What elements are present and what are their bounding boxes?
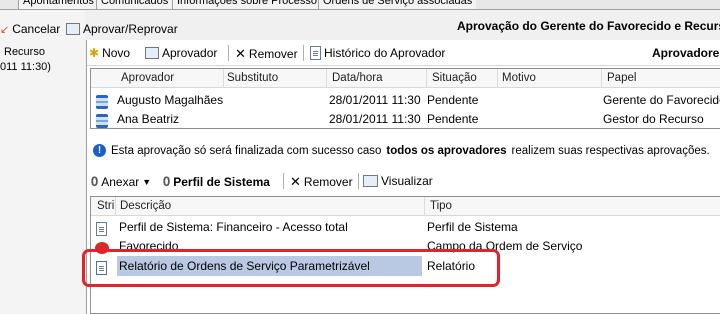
remove-icon: ✕ (235, 46, 246, 61)
info-text-after: realizem suas respectivas aprovações. (511, 144, 710, 157)
info-icon: ! (93, 144, 106, 157)
left-item-line1[interactable]: Recurso (4, 46, 45, 58)
table-row[interactable]: Augusto Magalhães 28/01/2011 11:30 Pende… (91, 90, 720, 110)
tab-ordens-servico[interactable]: Ordens de Serviço associadas (318, 0, 477, 9)
approver-label: Aprovador (162, 46, 218, 60)
tab-comunicados[interactable]: Comunicados (96, 0, 173, 9)
table-row[interactable]: Ana Beatriz 28/01/2011 11:30 Pendente Ge… (91, 109, 720, 129)
approve-label: Aprovar/Reprovar (83, 22, 178, 36)
column-header-situacao[interactable]: Situação (432, 72, 477, 84)
remove-label: Remover (248, 47, 298, 61)
column-header-substituto[interactable]: Substituto (227, 72, 278, 84)
info-text-before: Esta aprovação só será finalizada com su… (111, 144, 382, 157)
tab-strip: Apontamentos Comunicados Informações sob… (0, 0, 720, 10)
annotation-highlight-box (82, 249, 500, 287)
paperclip-icon: 𝟎 (91, 174, 99, 189)
remove-attachment-label: Remover (303, 175, 353, 189)
column-header-data[interactable]: Data/hora (332, 72, 383, 84)
view-label: Visualizar (381, 174, 433, 188)
history-label: Histórico do Aprovador (324, 46, 446, 60)
cancel-button[interactable]: ↙ Cancelar (0, 22, 60, 36)
cancel-icon: ↙ (0, 23, 10, 36)
cell-data: 28/01/2011 11:30 (329, 93, 421, 107)
view-icon (363, 175, 378, 187)
left-pane: Recurso 011 11:30) (0, 10, 85, 314)
approver-icon (145, 47, 159, 59)
attachments-grid-header: Stri Descrição Tipo (91, 197, 720, 216)
toolbar-divider (358, 173, 359, 189)
approver-history-button[interactable]: Histórico do Aprovador (310, 46, 445, 60)
system-profile-button[interactable]: 𝟎 Perfil de Sistema (163, 174, 270, 190)
approvers-grid-header: Aprovador Substituto Data/hora Situação … (91, 69, 720, 88)
chevron-down-icon: ▼ (142, 177, 152, 187)
approve-icon (66, 23, 80, 35)
cell-papel: Gestor do Recurso (603, 112, 704, 126)
approvers-grid: Aprovador Substituto Data/hora Situação … (90, 68, 720, 129)
approver-button[interactable]: Aprovador (145, 46, 217, 60)
column-header-papel[interactable]: Papel (607, 72, 636, 84)
cell-aprovador: Ana Beatriz (117, 112, 180, 126)
info-text-bold: todos os aprovadores (386, 144, 507, 157)
column-header-motivo[interactable]: Motivo (502, 72, 536, 84)
cell-situacao: Pendente (427, 112, 479, 126)
new-label: Novo (102, 46, 131, 60)
approvers-toolbar: ✱ Novo Aprovador ✕ Remover Histórico do … (87, 40, 720, 66)
tab-informacoes-processo[interactable]: Informações sobre Processo (172, 0, 322, 9)
approve-reject-button[interactable]: Aprovar/Reprovar (66, 22, 178, 36)
cell-situacao: Pendente (427, 93, 479, 107)
column-header-aprovador[interactable]: Aprovador (121, 72, 174, 84)
column-header-stri[interactable]: Stri (97, 200, 114, 212)
cancel-label: Cancelar (12, 22, 61, 36)
attach-button[interactable]: 𝟎 Anexar ▼ (91, 174, 151, 190)
attach-label: Anexar (101, 175, 140, 189)
cell-data: 28/01/2011 11:30 (329, 112, 421, 126)
cell-descricao: Perfil de Sistema: Financeiro - Acesso t… (119, 220, 348, 234)
table-row[interactable]: Perfil de Sistema: Financeiro - Acesso t… (91, 217, 720, 237)
column-header-descricao[interactable]: Descrição (120, 200, 171, 212)
system-profile-label: Perfil de Sistema (173, 175, 270, 189)
cell-papel: Gerente do Favorecido (603, 93, 720, 107)
approvers-section-title: Aprovadores (652, 46, 720, 60)
toolbar-divider (303, 45, 304, 61)
page-title: Aprovação do Gerente do Favorecido e Rec… (457, 19, 720, 33)
history-icon (310, 46, 321, 60)
column-header-tipo[interactable]: Tipo (430, 200, 452, 212)
remove-approver-button[interactable]: ✕ Remover (235, 46, 298, 62)
cell-tipo: Perfil de Sistema (427, 220, 518, 234)
info-message: ! Esta aprovação só será finalizada com … (93, 144, 710, 157)
remove-attachment-button[interactable]: ✕ Remover (290, 174, 353, 190)
tab-apontamentos[interactable]: Apontamentos (18, 0, 98, 9)
new-icon: ✱ (89, 46, 100, 60)
cell-aprovador: Augusto Magalhães (117, 93, 224, 107)
remove-icon: ✕ (290, 174, 301, 189)
view-button[interactable]: Visualizar (363, 174, 433, 188)
paperclip-icon: 𝟎 (163, 174, 171, 189)
new-button[interactable]: ✱ Novo (89, 46, 130, 60)
toolbar-divider (228, 45, 229, 61)
left-item-line2[interactable]: 011 11:30) (0, 61, 51, 73)
toolbar-divider (283, 173, 284, 189)
